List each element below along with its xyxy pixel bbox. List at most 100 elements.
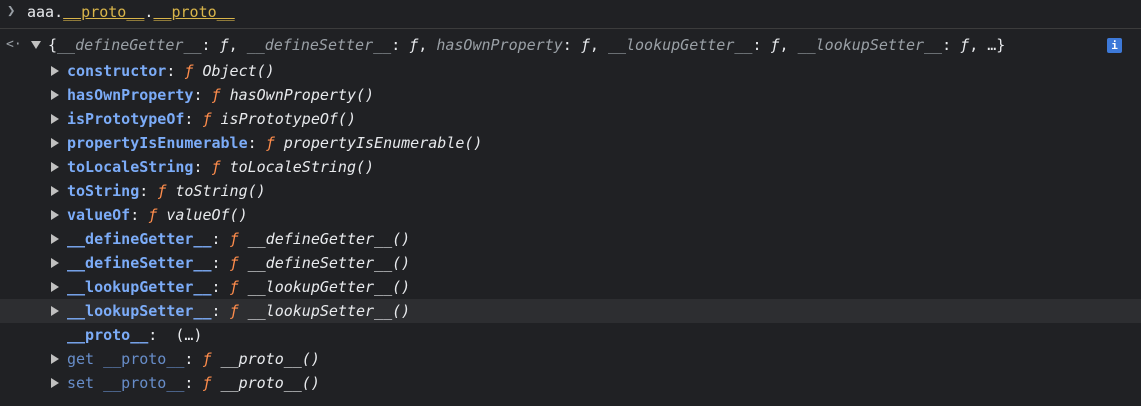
expand-triangle-icon[interactable]: [31, 41, 41, 49]
summary-key: hasOwnProperty: [436, 36, 563, 54]
function-marker: ƒ: [211, 86, 221, 104]
function-marker: ƒ: [229, 278, 239, 296]
command-dot: .: [54, 3, 64, 21]
info-icon[interactable]: i: [1107, 38, 1122, 53]
lazy-value[interactable]: (…): [175, 326, 202, 344]
function-name: propertyIsEnumerable(): [283, 134, 483, 152]
function-marker: ƒ: [157, 182, 167, 200]
function-marker: ƒ: [148, 206, 158, 224]
property-key: __lookupSetter__: [67, 302, 212, 320]
summary-key: __defineSetter__: [246, 36, 392, 54]
function-name: valueOf(): [166, 206, 248, 224]
function-marker: ƒ: [202, 350, 212, 368]
property-content: constructor: ƒ Object(): [67, 62, 275, 80]
function-name: __proto__(): [220, 374, 320, 392]
property-key: get __proto__: [67, 350, 185, 368]
summary-value: ƒ: [219, 36, 229, 54]
property-row[interactable]: __defineGetter__: ƒ __defineGetter__(): [0, 227, 1141, 251]
property-row[interactable]: get __proto__: ƒ __proto__(): [0, 347, 1141, 371]
property-key: hasOwnProperty: [67, 86, 194, 104]
summary-close-brace: }: [996, 36, 1006, 54]
expand-triangle-icon[interactable]: [51, 66, 59, 76]
function-name: toLocaleString(): [229, 158, 375, 176]
function-name: __defineGetter__(): [247, 230, 411, 248]
function-name: Object(): [202, 62, 275, 80]
property-key: __defineSetter__: [67, 254, 212, 272]
property-key: __defineGetter__: [67, 230, 212, 248]
property-row[interactable]: hasOwnProperty: ƒ hasOwnProperty(): [0, 83, 1141, 107]
property-key: propertyIsEnumerable: [67, 134, 248, 152]
property-row[interactable]: __lookupSetter__: ƒ __lookupSetter__(): [0, 299, 1141, 323]
property-content: __defineSetter__: ƒ __defineSetter__(): [67, 254, 411, 272]
object-summary[interactable]: {__defineGetter__: ƒ, __defineSetter__: …: [48, 36, 1005, 54]
expand-triangle-icon[interactable]: [51, 234, 59, 244]
property-row[interactable]: __proto__: (…): [0, 323, 1141, 347]
property-content: propertyIsEnumerable: ƒ propertyIsEnumer…: [67, 134, 483, 152]
property-content: __lookupSetter__: ƒ __lookupSetter__(): [67, 302, 411, 320]
expand-triangle-icon[interactable]: [51, 210, 59, 220]
function-marker: ƒ: [202, 374, 212, 392]
property-key: set __proto__: [67, 374, 185, 392]
expand-triangle-icon[interactable]: [51, 138, 59, 148]
chevron-right-icon: ❯: [7, 3, 16, 19]
property-row[interactable]: propertyIsEnumerable: ƒ propertyIsEnumer…: [0, 131, 1141, 155]
command-object: aaa: [27, 3, 55, 21]
property-key: isPrototypeOf: [67, 110, 185, 128]
function-marker: ƒ: [211, 158, 221, 176]
expand-triangle-icon[interactable]: [51, 90, 59, 100]
summary-value: ƒ: [960, 36, 970, 54]
function-name: __defineSetter__(): [247, 254, 411, 272]
property-list: constructor: ƒ Object() hasOwnProperty: ƒ…: [0, 59, 1141, 395]
expand-triangle-icon[interactable]: [51, 306, 59, 316]
property-content: __proto__: (…): [67, 326, 203, 344]
summary-key: __lookupSetter__: [797, 36, 943, 54]
property-content: __lookupGetter__: ƒ __lookupGetter__(): [67, 278, 411, 296]
property-content: set __proto__: ƒ __proto__(): [67, 374, 320, 392]
expand-triangle-icon[interactable]: [51, 162, 59, 172]
expand-triangle-icon[interactable]: [51, 378, 59, 388]
property-row[interactable]: toLocaleString: ƒ toLocaleString(): [0, 155, 1141, 179]
function-marker: ƒ: [229, 230, 239, 248]
property-content: __defineGetter__: ƒ __defineGetter__(): [67, 230, 411, 248]
summary-value: ƒ: [580, 36, 590, 54]
summary-open-brace: {: [48, 36, 58, 54]
function-name: __lookupSetter__(): [247, 302, 411, 320]
expand-triangle-icon[interactable]: [51, 354, 59, 364]
function-name: __proto__(): [220, 350, 320, 368]
function-name: __lookupGetter__(): [247, 278, 411, 296]
property-row[interactable]: valueOf: ƒ valueOf(): [0, 203, 1141, 227]
function-marker: ƒ: [229, 302, 239, 320]
property-row[interactable]: set __proto__: ƒ __proto__(): [0, 371, 1141, 395]
property-key: __proto__: [67, 326, 149, 344]
summary-ellipsis: …: [987, 36, 997, 54]
property-key: __lookupGetter__: [67, 278, 212, 296]
summary-key: __lookupGetter__: [607, 36, 753, 54]
console-command[interactable]: aaa.__proto__.__proto__: [27, 3, 235, 21]
property-content: hasOwnProperty: ƒ hasOwnProperty(): [67, 86, 375, 104]
property-content: toLocaleString: ƒ toLocaleString(): [67, 158, 375, 176]
function-marker: ƒ: [265, 134, 275, 152]
expand-triangle-icon[interactable]: [51, 114, 59, 124]
property-key: constructor: [67, 62, 167, 80]
command-prop-2: __proto__: [153, 3, 235, 21]
console-input-line[interactable]: ❯ aaa.__proto__.__proto__: [0, 0, 1141, 29]
function-name: toString(): [175, 182, 266, 200]
property-content: toString: ƒ toString(): [67, 182, 266, 200]
property-row[interactable]: toString: ƒ toString(): [0, 179, 1141, 203]
summary-value: ƒ: [409, 36, 419, 54]
expand-triangle-icon[interactable]: [51, 258, 59, 268]
property-key: toLocaleString: [67, 158, 194, 176]
result-arrow-icon: <·: [6, 37, 22, 52]
summary-key: __defineGetter__: [57, 36, 202, 54]
summary-value: ƒ: [770, 36, 780, 54]
property-row[interactable]: constructor: ƒ Object(): [0, 59, 1141, 83]
property-row[interactable]: isPrototypeOf: ƒ isPrototypeOf(): [0, 107, 1141, 131]
property-key: toString: [67, 182, 140, 200]
property-row[interactable]: __defineSetter__: ƒ __defineSetter__(): [0, 251, 1141, 275]
function-marker: ƒ: [184, 62, 194, 80]
property-key: valueOf: [67, 206, 131, 224]
expand-triangle-icon[interactable]: [51, 186, 59, 196]
expand-triangle-icon[interactable]: [51, 282, 59, 292]
property-row[interactable]: __lookupGetter__: ƒ __lookupGetter__(): [0, 275, 1141, 299]
function-name: isPrototypeOf(): [220, 110, 356, 128]
